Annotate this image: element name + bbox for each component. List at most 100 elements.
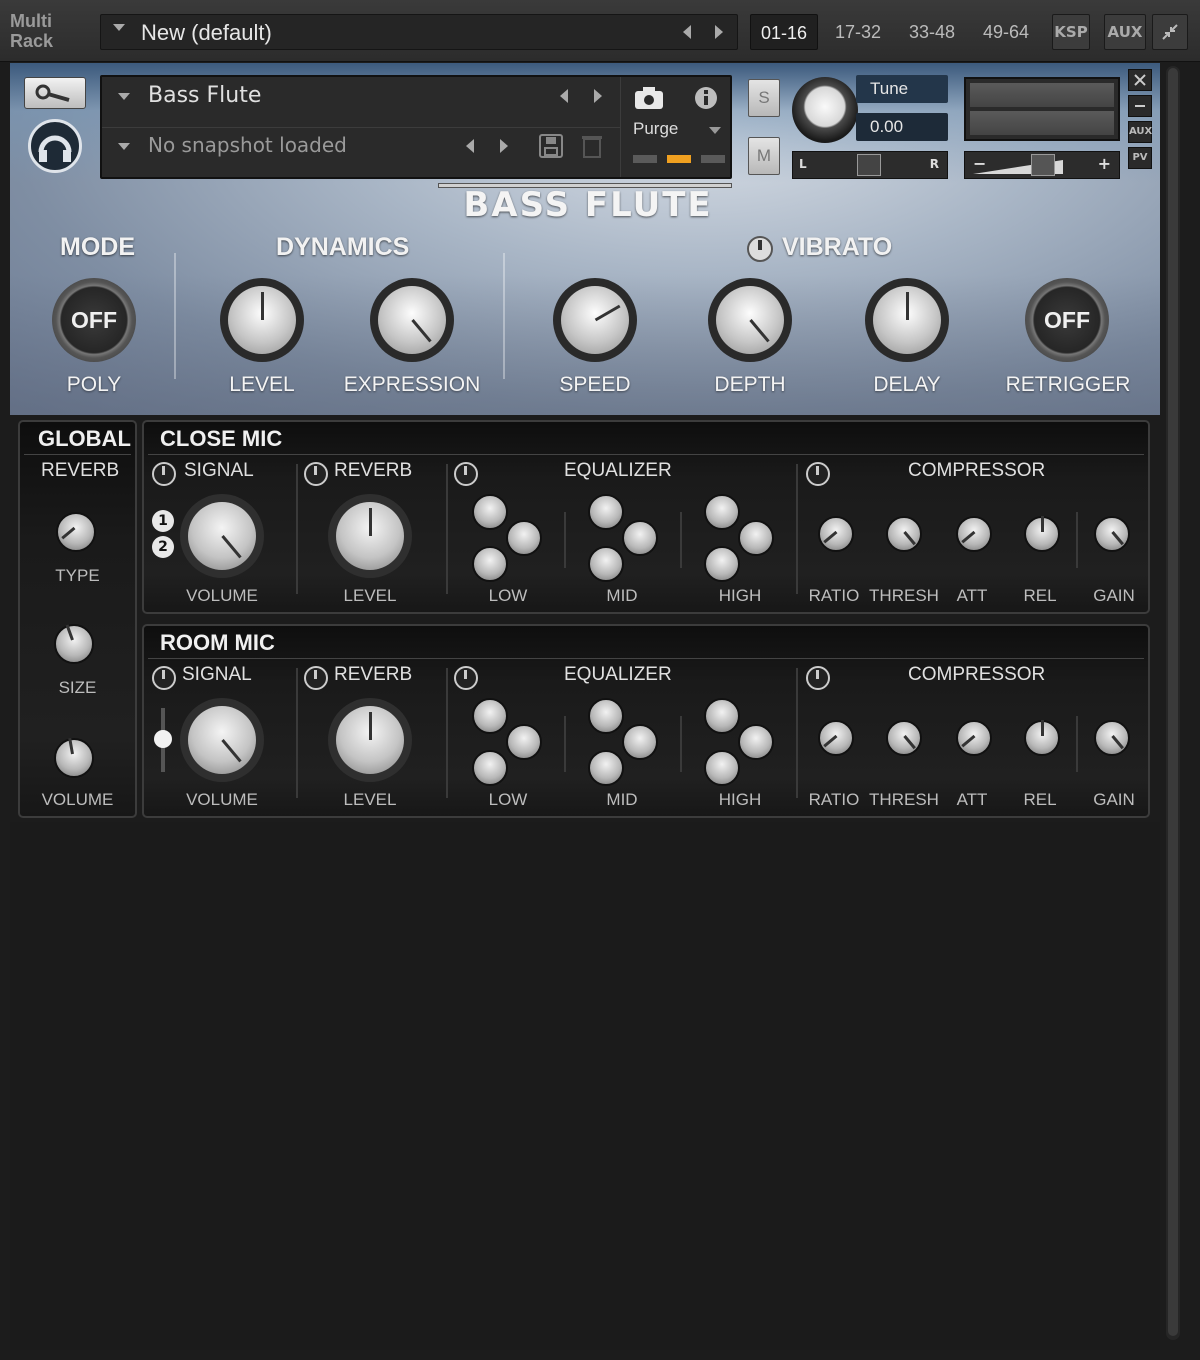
room-eq-power-icon[interactable] — [454, 666, 478, 690]
close-comp-power-icon[interactable] — [806, 462, 830, 486]
room-comp-power-icon[interactable] — [806, 666, 830, 690]
empty-rack-area[interactable] — [10, 822, 1160, 1350]
room-low-gain-knob[interactable] — [472, 698, 508, 734]
close-rel-knob[interactable] — [1024, 516, 1060, 552]
close-volume-knob[interactable] — [180, 494, 264, 578]
close-att-knob[interactable] — [956, 516, 992, 552]
close-output-2-badge[interactable]: 2 — [152, 536, 174, 558]
info-icon[interactable] — [693, 85, 719, 111]
collapse-button[interactable] — [1152, 14, 1188, 50]
close-low-gain-knob[interactable] — [472, 494, 508, 530]
instrument-dropdown-icon[interactable] — [118, 93, 130, 100]
room-att-label: ATT — [956, 790, 988, 809]
mute-button[interactable]: M — [748, 137, 780, 175]
reverb-volume-knob[interactable] — [54, 737, 94, 778]
close-thresh-knob[interactable] — [886, 516, 922, 552]
expression-knob[interactable] — [370, 278, 454, 362]
retrigger-off-button[interactable]: OFF — [1025, 278, 1109, 362]
volume-slider[interactable]: − + — [964, 151, 1120, 179]
depth-knob[interactable] — [708, 278, 792, 362]
close-output-1-badge[interactable]: 1 — [152, 510, 174, 532]
close-mid-gain-knob[interactable] — [588, 494, 624, 530]
solo-button[interactable]: S — [748, 79, 780, 117]
aux-button[interactable]: AUX — [1104, 14, 1146, 50]
close-reverb-level-knob[interactable] — [328, 494, 412, 578]
rack-next-arrow-icon[interactable] — [715, 25, 723, 39]
room-thresh-knob[interactable] — [886, 720, 922, 756]
minimize-instrument-button[interactable] — [1128, 95, 1152, 117]
output-level-meter — [964, 77, 1120, 141]
delay-knob[interactable] — [865, 278, 949, 362]
close-high-q-knob[interactable] — [704, 546, 740, 582]
tab-01-16[interactable]: 01-16 — [750, 14, 818, 50]
edit-instrument-button[interactable] — [24, 77, 86, 109]
tab-49-64[interactable]: 49-64 — [974, 14, 1038, 50]
room-low-q-knob[interactable] — [472, 750, 508, 786]
snapshot-name[interactable]: No snapshot loaded — [148, 133, 347, 157]
close-signal-power-icon[interactable] — [152, 462, 176, 486]
pv-button[interactable]: PV — [1128, 147, 1152, 169]
rack-prev-arrow-icon[interactable] — [683, 25, 691, 39]
instrument-next-arrow-icon[interactable] — [594, 89, 602, 103]
room-mid-q-knob[interactable] — [588, 750, 624, 786]
camera-icon[interactable] — [633, 85, 665, 111]
rack-scrollbar[interactable] — [1166, 66, 1180, 1340]
close-ratio-knob[interactable] — [818, 516, 854, 552]
room-reverb-level-knob[interactable] — [328, 698, 412, 782]
room-high-q-knob[interactable] — [704, 750, 740, 786]
vibrato-power-icon[interactable] — [747, 236, 773, 262]
room-low-freq-knob[interactable] — [506, 724, 542, 760]
close-low-q-knob[interactable] — [472, 546, 508, 582]
tune-knob[interactable] — [792, 77, 858, 143]
room-mid-freq-knob[interactable] — [622, 724, 658, 760]
close-instrument-button[interactable] — [1128, 69, 1152, 91]
aux-sends-button[interactable]: AUX — [1128, 121, 1152, 143]
speed-knob[interactable] — [553, 278, 637, 362]
save-snapshot-icon[interactable] — [538, 133, 564, 159]
delete-snapshot-icon[interactable] — [580, 133, 604, 159]
memory-meter-segment — [633, 155, 657, 163]
room-rel-knob[interactable] — [1024, 720, 1060, 756]
ksp-button[interactable]: KSP — [1052, 14, 1090, 50]
mode-off-button[interactable]: OFF — [52, 278, 136, 362]
instrument-name[interactable]: Bass Flute — [148, 83, 261, 108]
purge-label[interactable]: Purge — [633, 119, 678, 139]
close-level-label: LEVEL — [343, 586, 397, 605]
reverb-type-knob[interactable] — [56, 512, 96, 552]
tab-17-32[interactable]: 17-32 — [826, 14, 890, 50]
retrigger-label: RETRIGGER — [1005, 373, 1131, 396]
volume-handle[interactable] — [1031, 154, 1055, 176]
close-reverb-power-icon[interactable] — [304, 462, 328, 486]
room-high-gain-knob[interactable] — [704, 698, 740, 734]
room-volume-knob[interactable] — [180, 698, 264, 782]
room-att-knob[interactable] — [956, 720, 992, 756]
tune-value[interactable]: 0.00 — [856, 113, 948, 141]
room-high-freq-knob[interactable] — [738, 724, 774, 760]
pan-slider[interactable]: L R — [792, 151, 948, 179]
close-gain-knob[interactable] — [1094, 516, 1130, 552]
room-signal-power-icon[interactable] — [152, 666, 176, 690]
close-mid-q-knob[interactable] — [588, 546, 624, 582]
snapshot-dropdown-icon[interactable] — [118, 143, 130, 150]
room-gain-knob[interactable] — [1094, 720, 1130, 756]
level-knob[interactable] — [220, 278, 304, 362]
pan-handle[interactable] — [857, 154, 881, 176]
tab-33-48[interactable]: 33-48 — [900, 14, 964, 50]
close-low-freq-knob[interactable] — [506, 520, 542, 556]
close-mid-freq-knob[interactable] — [622, 520, 658, 556]
purge-dropdown-icon[interactable] — [709, 127, 721, 134]
instrument-prev-arrow-icon[interactable] — [560, 89, 568, 103]
rack-name-field[interactable]: New (default) — [100, 14, 738, 50]
room-mid-gain-knob[interactable] — [588, 698, 624, 734]
snapshot-prev-arrow-icon[interactable] — [466, 139, 474, 153]
close-eq-power-icon[interactable] — [454, 462, 478, 486]
snapshot-next-arrow-icon[interactable] — [500, 139, 508, 153]
close-high-freq-knob[interactable] — [738, 520, 774, 556]
scrollbar-thumb[interactable] — [1168, 68, 1178, 1336]
room-reverb-power-icon[interactable] — [304, 666, 328, 690]
close-high-gain-knob[interactable] — [704, 494, 740, 530]
rack-dropdown-icon[interactable] — [113, 24, 125, 31]
room-fader-handle[interactable] — [154, 730, 172, 748]
reverb-size-knob[interactable] — [54, 624, 94, 664]
room-ratio-knob[interactable] — [818, 720, 854, 756]
